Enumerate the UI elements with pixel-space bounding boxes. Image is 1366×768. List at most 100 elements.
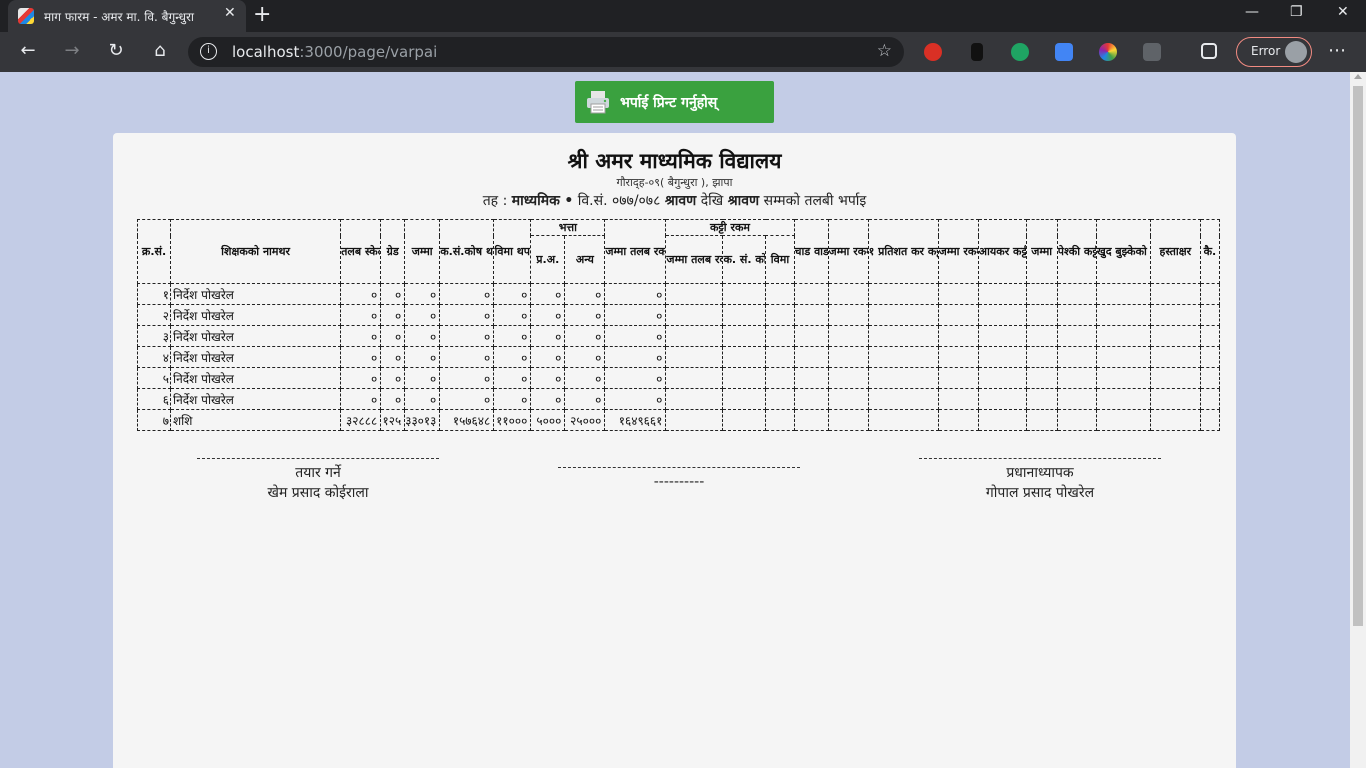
translate-extension-icon[interactable] — [1055, 43, 1073, 61]
cell-insurance-add: ० — [493, 304, 532, 326]
col-total: जम्मा — [404, 219, 441, 284]
col-net-received: खुद बुझ्केको रकम — [1095, 219, 1151, 284]
cell-empty — [1095, 367, 1151, 389]
print-receipt-button[interactable]: भर्पाई प्रिन्ट गर्नुहोस् — [575, 81, 774, 123]
col-group-allowance: भत्ता — [530, 219, 606, 236]
window-close-icon[interactable]: ✕ — [1337, 4, 1349, 20]
cell-allow-other: ० — [564, 367, 606, 389]
adblock-extension-icon[interactable] — [924, 43, 942, 61]
cell-empty — [937, 367, 979, 389]
col-deduction-total-salary: जम्मा तलब रकम — [665, 235, 724, 284]
bookmark-star-icon[interactable]: ☆ — [877, 41, 892, 61]
cell-empty — [1025, 304, 1058, 326]
col-insurance-addition: विमा थप — [493, 219, 532, 284]
restore-icon[interactable]: ❐ — [1290, 4, 1303, 20]
cell-empty — [765, 304, 795, 326]
cell-empty — [1056, 388, 1097, 410]
table-row: ६ निर्देश पोखरेल ० ० ० ० ० ० ० ० — [136, 388, 1221, 410]
grammarly-extension-icon[interactable] — [1011, 43, 1029, 61]
cell-allow-other: ० — [564, 325, 606, 347]
cell-allow-other: ० — [564, 346, 606, 368]
url-text[interactable]: localhost:3000/page/varpai — [232, 43, 437, 61]
col-teacher-name: शिक्षकको नामथर — [170, 219, 342, 284]
cell-sn: ३ — [136, 325, 172, 347]
cell-empty — [793, 409, 829, 431]
cell-empty — [1095, 409, 1151, 431]
cell-empty — [722, 304, 767, 326]
extension-icon[interactable] — [1143, 43, 1161, 61]
cell-name: निर्देश पोखरेल — [170, 388, 342, 410]
table-row: २ निर्देश पोखरेल ० ० ० ० ० ० ० ० — [136, 304, 1221, 326]
browser-tab[interactable]: माग फारम - अमर मा. वि. बैगुन्धुरा ✕ — [8, 0, 246, 32]
cell-empty — [665, 388, 724, 410]
signature-role: प्रधानाध्यापक — [1006, 465, 1074, 481]
cell-empty — [1025, 346, 1058, 368]
reload-icon[interactable]: ↻ — [104, 40, 128, 61]
cell-empty — [977, 304, 1027, 326]
col-total-amount: जम्मा रकम — [827, 219, 869, 284]
cell-total1: ० — [404, 388, 441, 410]
cell-empty — [722, 346, 767, 368]
scroll-thumb[interactable] — [1353, 86, 1363, 626]
cell-empty — [827, 304, 869, 326]
col-total-salary: जम्मा तलब रकम — [604, 219, 667, 284]
metamask-extension-icon[interactable] — [971, 43, 983, 61]
cell-empty — [867, 304, 939, 326]
cell-empty — [867, 283, 939, 305]
cell-grade: ० — [380, 388, 406, 410]
color-picker-extension-icon[interactable] — [1099, 43, 1117, 61]
profile-error-button[interactable]: Error — [1236, 37, 1312, 67]
cell-empty — [1095, 304, 1151, 326]
cell-empty — [1199, 283, 1221, 305]
cell-empty — [722, 325, 767, 347]
home-icon[interactable]: ⌂ — [148, 40, 172, 61]
cell-total1: ० — [404, 325, 441, 347]
cell-empty — [722, 409, 767, 431]
page-scrollbar[interactable] — [1350, 72, 1366, 768]
cell-empty — [722, 367, 767, 389]
cell-sn: १ — [136, 283, 172, 305]
address-bar[interactable]: i localhost:3000/page/varpai ☆ — [188, 37, 904, 67]
col-advance-deduction: पेश्की कट्टी — [1056, 219, 1097, 284]
table-row: ७ शशि ३२८८८ १२५ ३३०१३ १५७६४८ ११००० ५००० २५००० १६४… — [136, 409, 1221, 431]
cell-empty — [867, 388, 939, 410]
col-signature: हस्ताक्षर — [1149, 219, 1201, 284]
cell-allow-pa: ० — [530, 388, 566, 410]
cell-empty — [765, 409, 795, 431]
cell-scale: ० — [340, 304, 382, 326]
cell-scale: ० — [340, 367, 382, 389]
cell-empty — [765, 367, 795, 389]
more-menu-icon[interactable]: ⋯ — [1328, 40, 1346, 61]
back-icon[interactable]: ← — [16, 40, 40, 61]
payroll-table: क्र.सं. शिक्षकको नामथर तलब स्केल ग्रेड ज… — [136, 219, 1221, 431]
cell-empty — [867, 325, 939, 347]
cell-empty — [1149, 304, 1201, 326]
cell-empty — [977, 346, 1027, 368]
col-remarks: कै. — [1199, 219, 1221, 284]
new-tab-icon[interactable]: + — [253, 2, 271, 27]
site-info-icon[interactable]: i — [200, 43, 217, 60]
cell-empty — [1095, 388, 1151, 410]
scroll-up-icon[interactable] — [1354, 74, 1362, 79]
minimize-icon[interactable]: — — [1245, 4, 1259, 20]
cell-total1: ३३०१३ — [404, 409, 441, 431]
tab-close-icon[interactable]: ✕ — [224, 5, 236, 21]
cell-empty — [1025, 367, 1058, 389]
cell-total-salary: ० — [604, 388, 667, 410]
cell-allow-pa: ५००० — [530, 409, 566, 431]
cell-allow-pa: ० — [530, 283, 566, 305]
cell-empty — [765, 325, 795, 347]
cell-name: निर्देश पोखरेल — [170, 367, 342, 389]
cell-allow-other: ० — [564, 388, 606, 410]
cell-total1: ० — [404, 304, 441, 326]
cell-empty — [1025, 283, 1058, 305]
cell-allow-other: २५००० — [564, 409, 606, 431]
collections-icon[interactable] — [1201, 43, 1217, 59]
cell-sn: ६ — [136, 388, 172, 410]
cell-grade: ० — [380, 283, 406, 305]
cell-empty — [1199, 409, 1221, 431]
cell-empty — [977, 283, 1027, 305]
forward-icon[interactable]: → — [60, 40, 84, 61]
cell-empty — [827, 367, 869, 389]
cell-empty — [827, 283, 869, 305]
